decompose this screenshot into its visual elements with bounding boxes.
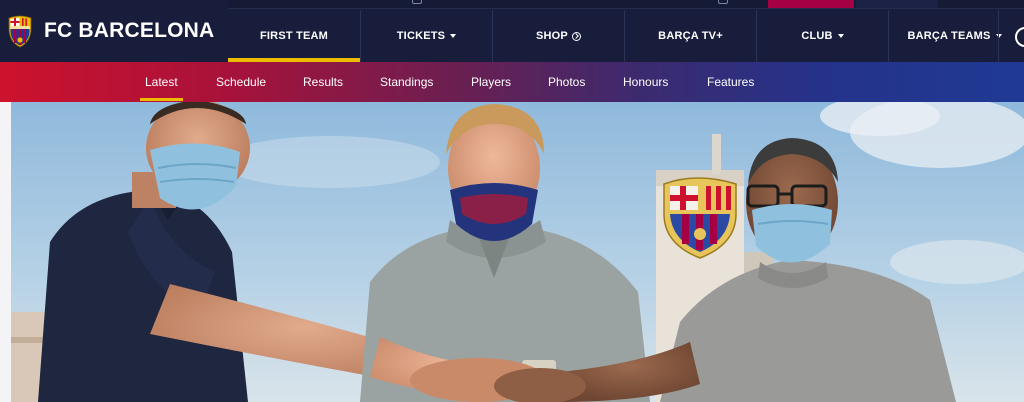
sub-nav-players[interactable]: Players [471,62,511,102]
search-icon [1015,27,1024,47]
sub-nav-results[interactable]: Results [303,62,343,102]
utility-icon[interactable] [718,0,728,4]
utility-icon[interactable] [412,0,422,4]
main-nav-label: FIRST TEAM [260,30,328,42]
main-nav-label: BARÇA TEAMS [907,30,991,42]
main-nav-first-team[interactable]: FIRST TEAM [228,10,360,62]
brand-logo-link[interactable]: FC BARCELONA [0,0,228,62]
main-nav-club[interactable]: CLUB [756,10,888,62]
main-nav-label: SHOP [536,30,568,42]
main-nav-label: TICKETS [396,30,446,42]
page-left-edge [0,102,11,402]
sub-nav-photos[interactable]: Photos [548,62,585,102]
utility-strip [228,0,1024,9]
top-navigation-bar: FC BARCELONA FIRST TEAM TICKETS SHOP BAR… [0,0,1024,62]
utility-button[interactable] [856,0,938,8]
chevron-down-icon [450,34,457,38]
sub-nav-honours[interactable]: Honours [623,62,668,102]
search-button[interactable] [998,10,1024,62]
main-nav-barca-tv[interactable]: BARÇA TV+ [624,10,756,62]
utility-highlight-button[interactable] [768,0,854,8]
sub-nav-latest[interactable]: Latest [140,62,183,102]
main-nav-shop[interactable]: SHOP [492,10,624,62]
main-nav-label: BARÇA TV+ [658,30,723,42]
chevron-down-icon [837,34,844,38]
brand-name: FC BARCELONA [44,19,215,42]
hero-photo[interactable] [0,102,1024,402]
hero-illustration [0,102,1024,402]
fcb-crest-icon [8,15,32,48]
main-nav-label: CLUB [801,30,833,42]
main-nav-tickets[interactable]: TICKETS [360,10,492,62]
sub-nav-standings[interactable]: Standings [380,62,433,102]
main-navigation: FIRST TEAM TICKETS SHOP BARÇA TV+ CLUB B… [228,10,1024,62]
sub-nav-schedule[interactable]: Schedule [216,62,266,102]
external-link-icon [571,31,581,41]
sub-navigation: Latest Schedule Results Standings Player… [0,62,1024,102]
sub-nav-features[interactable]: Features [707,62,754,102]
